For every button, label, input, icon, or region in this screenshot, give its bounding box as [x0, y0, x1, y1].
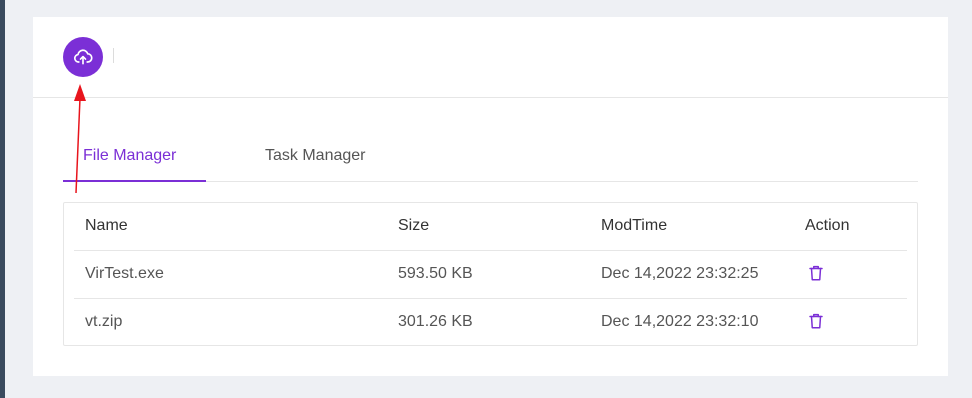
column-header-name[interactable]: Name: [85, 203, 128, 249]
file-name: VirTest.exe: [85, 265, 164, 282]
active-tab-indicator: [63, 180, 206, 182]
table-row[interactable]: vt.zip 301.26 KB Dec 14,2022 23:32:10: [74, 299, 907, 346]
window-left-edge: [0, 0, 5, 398]
cloud-upload-icon: [74, 49, 93, 65]
toolbar-separator: [113, 48, 114, 63]
column-header-action: Action: [805, 217, 850, 234]
table-header-row: Name Size ModTime Action: [74, 203, 907, 251]
file-name: vt.zip: [85, 313, 123, 330]
header-divider: [33, 97, 948, 98]
column-header-modtime[interactable]: ModTime: [601, 203, 667, 249]
tab-file-manager[interactable]: File Manager: [83, 147, 176, 165]
table-row[interactable]: VirTest.exe 593.50 KB Dec 14,2022 23:32:…: [74, 251, 907, 299]
file-modtime: Dec 14,2022 23:32:10: [601, 313, 759, 330]
trash-icon[interactable]: [807, 264, 825, 282]
file-size: 593.50 KB: [398, 265, 473, 282]
file-modtime: Dec 14,2022 23:32:25: [601, 265, 759, 282]
tab-bar: File Manager Task Manager: [63, 135, 918, 182]
tab-task-manager[interactable]: Task Manager: [265, 147, 366, 165]
trash-icon[interactable]: [807, 312, 825, 330]
file-table: Name Size ModTime Action VirTest.exe 593…: [63, 202, 918, 346]
upload-button[interactable]: [63, 37, 103, 77]
file-panel: File Manager Task Manager Name Size ModT…: [33, 17, 948, 376]
file-size: 301.26 KB: [398, 313, 473, 330]
column-header-size[interactable]: Size: [398, 203, 429, 249]
